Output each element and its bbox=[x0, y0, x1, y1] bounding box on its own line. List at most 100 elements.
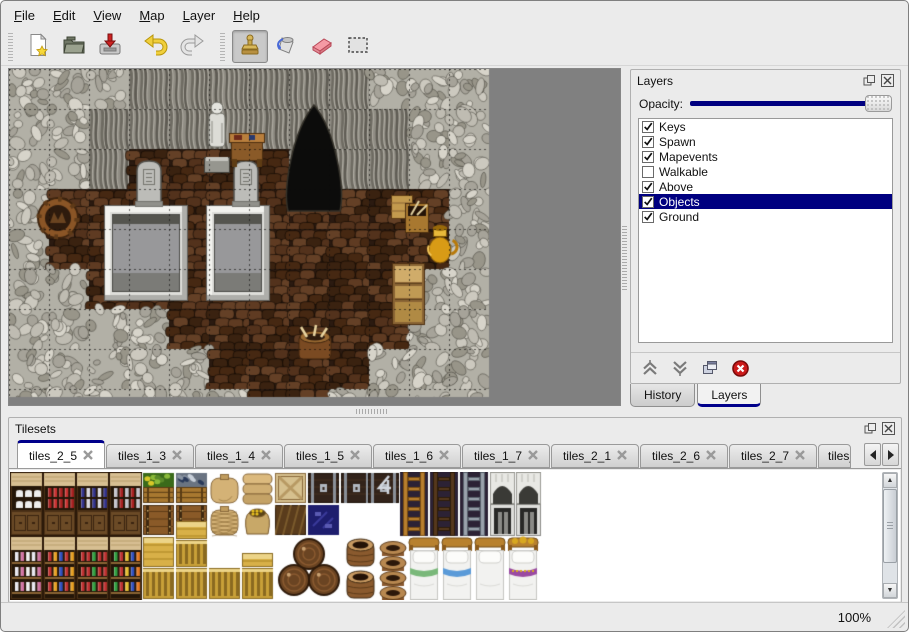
open-map-button[interactable] bbox=[56, 30, 92, 63]
layers-panel: Layers Opacity: KeysSpawnMapeventsWalkab… bbox=[630, 69, 901, 384]
tileset-view[interactable]: ▲ ▼ bbox=[10, 470, 900, 601]
fill-tool-button[interactable] bbox=[268, 30, 304, 63]
tileset-tab-tiles_1_4[interactable]: tiles_1_4 bbox=[195, 444, 283, 468]
tileset-tab-tiles_1_7[interactable]: tiles_1_7 bbox=[462, 444, 550, 468]
resize-grip[interactable] bbox=[887, 610, 905, 628]
close-panel-icon[interactable] bbox=[881, 422, 895, 435]
raise-layer-button[interactable] bbox=[640, 358, 660, 378]
tileset-tab-label: tiles_2_5 bbox=[29, 449, 77, 463]
layer-visibility-checkbox[interactable] bbox=[642, 166, 654, 178]
layer-row-keys[interactable]: Keys bbox=[639, 119, 892, 134]
tileset-scrollbar[interactable]: ▲ ▼ bbox=[882, 472, 898, 599]
layer-row-above[interactable]: Above bbox=[639, 179, 892, 194]
tileset-tab-label: tiles_2_6 bbox=[652, 449, 700, 463]
float-panel-icon[interactable] bbox=[863, 422, 877, 435]
tilesets-panel-title: Tilesets bbox=[15, 422, 56, 436]
stamp-icon bbox=[237, 32, 263, 61]
layer-row-spawn[interactable]: Spawn bbox=[639, 134, 892, 149]
dock-tab-bar: HistoryLayers bbox=[630, 384, 761, 407]
layer-row-mapevents[interactable]: Mapevents bbox=[639, 149, 892, 164]
tabs-scroll-right-button[interactable] bbox=[882, 443, 899, 466]
layers-list[interactable]: KeysSpawnMapeventsWalkableAboveObjectsGr… bbox=[638, 118, 893, 343]
menu-layer[interactable]: Layer bbox=[174, 5, 225, 27]
opacity-slider-thumb[interactable] bbox=[865, 95, 892, 112]
scroll-down-button[interactable]: ▼ bbox=[883, 583, 897, 598]
map-canvas-viewport[interactable] bbox=[8, 68, 621, 406]
layer-row-walkable[interactable]: Walkable bbox=[639, 164, 892, 179]
scrollbar-thumb[interactable] bbox=[883, 489, 897, 563]
map-canvas[interactable] bbox=[9, 69, 620, 405]
tileset-tab-tiles_3[interactable]: tiles_3 bbox=[818, 444, 851, 468]
select-tool-button[interactable] bbox=[340, 30, 376, 63]
layer-name: Objects bbox=[659, 195, 700, 209]
layer-visibility-checkbox[interactable] bbox=[642, 136, 654, 148]
layer-name: Spawn bbox=[659, 135, 696, 149]
chevron-down-icon bbox=[671, 359, 689, 377]
dock-tab-history[interactable]: History bbox=[630, 384, 695, 407]
tab-close-icon[interactable] bbox=[439, 449, 449, 463]
tileset-tab-tiles_1_3[interactable]: tiles_1_3 bbox=[106, 444, 194, 468]
menu-edit[interactable]: Edit bbox=[44, 5, 84, 27]
menu-map[interactable]: Map bbox=[130, 5, 173, 27]
tileset-tab-label: tiles_2_7 bbox=[741, 449, 789, 463]
layer-visibility-checkbox[interactable] bbox=[642, 121, 654, 133]
undo-button[interactable] bbox=[138, 30, 174, 63]
tab-close-icon[interactable] bbox=[706, 449, 716, 463]
layer-visibility-checkbox[interactable] bbox=[642, 151, 654, 163]
save-map-button[interactable] bbox=[92, 30, 128, 63]
map-editor-window: FileEditViewMapLayerHelp bbox=[0, 0, 909, 632]
dock-tab-layers[interactable]: Layers bbox=[697, 384, 761, 407]
tabs-scroll-left-button[interactable] bbox=[864, 443, 881, 466]
tileset-tab-label: tiles_3 bbox=[828, 449, 851, 463]
float-panel-icon[interactable] bbox=[862, 74, 876, 87]
tileset-tab-tiles_2_5[interactable]: tiles_2_5 bbox=[17, 440, 105, 469]
menu-file[interactable]: File bbox=[5, 5, 44, 27]
tab-close-icon[interactable] bbox=[795, 449, 805, 463]
toolbar bbox=[1, 28, 908, 66]
stamp-tool-button[interactable] bbox=[232, 30, 268, 63]
tileset-tab-tiles_2_7[interactable]: tiles_2_7 bbox=[729, 444, 817, 468]
tab-close-icon[interactable] bbox=[350, 449, 360, 463]
layer-name: Walkable bbox=[659, 165, 708, 179]
tab-close-icon[interactable] bbox=[617, 449, 627, 463]
layer-name: Keys bbox=[659, 120, 686, 134]
layer-row-objects[interactable]: Objects bbox=[639, 194, 892, 209]
delete-icon bbox=[731, 359, 750, 378]
horizontal-splitter-handle[interactable] bbox=[356, 409, 388, 414]
redo-button[interactable] bbox=[174, 30, 210, 63]
new-map-button[interactable] bbox=[20, 30, 56, 63]
menu-help[interactable]: Help bbox=[224, 5, 269, 27]
tileset-tab-tiles_1_6[interactable]: tiles_1_6 bbox=[373, 444, 461, 468]
tileset-tab-label: tiles_1_6 bbox=[385, 449, 433, 463]
close-panel-icon[interactable] bbox=[880, 74, 894, 87]
tileset-tab-tiles_2_6[interactable]: tiles_2_6 bbox=[640, 444, 728, 468]
eraser-icon bbox=[309, 32, 335, 61]
layer-visibility-checkbox[interactable] bbox=[642, 211, 654, 223]
opacity-label: Opacity: bbox=[639, 97, 683, 111]
undo-icon bbox=[143, 32, 169, 61]
tab-close-icon[interactable] bbox=[261, 449, 271, 463]
layer-row-ground[interactable]: Ground bbox=[639, 209, 892, 224]
layer-visibility-checkbox[interactable] bbox=[642, 196, 654, 208]
layer-visibility-checkbox[interactable] bbox=[642, 181, 654, 193]
tab-close-icon[interactable] bbox=[172, 449, 182, 463]
toolbar-drag-handle[interactable] bbox=[8, 33, 13, 61]
duplicate-layer-button[interactable] bbox=[700, 358, 720, 378]
scroll-up-button[interactable]: ▲ bbox=[883, 473, 897, 488]
eraser-tool-button[interactable] bbox=[304, 30, 340, 63]
delete-layer-button[interactable] bbox=[730, 358, 750, 378]
tab-close-icon[interactable] bbox=[83, 449, 93, 463]
tileset-tab-label: tiles_1_5 bbox=[296, 449, 344, 463]
tileset-tab-tiles_2_1[interactable]: tiles_2_1 bbox=[551, 444, 639, 468]
arrow-left-icon bbox=[869, 450, 877, 460]
menu-view[interactable]: View bbox=[84, 5, 130, 27]
tools-drag-handle[interactable] bbox=[220, 33, 225, 61]
opacity-slider-track[interactable] bbox=[690, 101, 890, 106]
lower-layer-button[interactable] bbox=[670, 358, 690, 378]
tileset-tab-tiles_1_5[interactable]: tiles_1_5 bbox=[284, 444, 372, 468]
vertical-splitter-handle[interactable] bbox=[622, 226, 627, 290]
tileset-canvas[interactable] bbox=[10, 472, 542, 600]
opacity-slider[interactable] bbox=[690, 95, 892, 112]
tab-close-icon[interactable] bbox=[528, 449, 538, 463]
duplicate-icon bbox=[701, 359, 719, 377]
